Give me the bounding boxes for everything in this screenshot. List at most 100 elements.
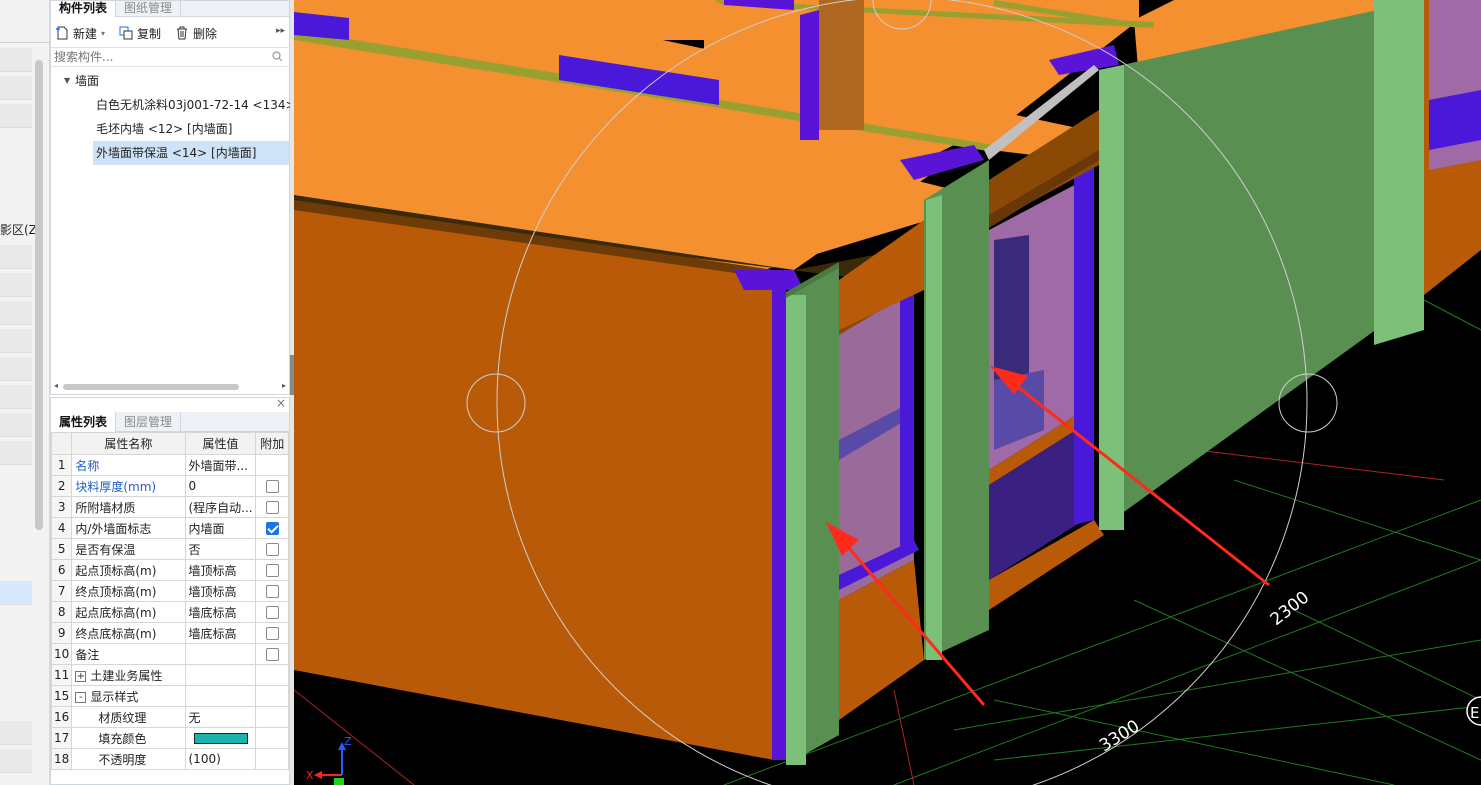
close-icon[interactable]: ×: [276, 396, 286, 410]
property-value[interactable]: [184, 727, 257, 749]
strip-item[interactable]: [0, 76, 32, 100]
delete-button[interactable]: 删除: [175, 25, 217, 42]
property-row[interactable]: 17 填充颜色: [50, 727, 289, 749]
strip-item[interactable]: [0, 273, 32, 297]
row-index: 9: [50, 622, 73, 644]
strip-item[interactable]: [0, 413, 32, 437]
strip-item[interactable]: [0, 385, 32, 409]
property-row[interactable]: 9 终点底标高(m) 墙底标高: [50, 622, 289, 644]
property-value-text: 墙顶标高: [188, 563, 237, 578]
property-row[interactable]: 8 起点底标高(m) 墙底标高: [50, 601, 289, 623]
property-value[interactable]: 墙顶标高: [184, 559, 257, 581]
additional-checkbox[interactable]: [265, 564, 279, 577]
property-value[interactable]: 内墙面: [184, 517, 257, 539]
additional-checkbox[interactable]: [265, 585, 279, 598]
corner-strip: [772, 285, 786, 760]
strip-item[interactable]: [0, 357, 32, 381]
tab-layer-management[interactable]: 图层管理: [116, 412, 182, 432]
property-value[interactable]: 0: [184, 475, 257, 497]
strip-item-selected[interactable]: [0, 581, 32, 605]
strip-item[interactable]: [0, 48, 32, 72]
scroll-right-icon[interactable]: ▸: [282, 381, 286, 390]
additional-checkbox[interactable]: [265, 627, 279, 640]
tree-item[interactable]: 白色无机涂料03j001-72-14 <134>: [93, 93, 296, 117]
strip-item[interactable]: [0, 301, 32, 325]
tree-item[interactable]: 毛坯内墙 <12> [内墙面]: [93, 117, 289, 141]
property-value[interactable]: 墙底标高: [184, 601, 257, 623]
property-row[interactable]: 16 材质纹理 无: [50, 706, 289, 728]
property-additional: [255, 580, 289, 602]
strip-item[interactable]: [0, 441, 32, 465]
property-row[interactable]: 1 名称 外墙面带...: [50, 454, 289, 476]
property-row[interactable]: 3 所附墙材质 (程序自动...: [50, 496, 289, 518]
tab-component-list[interactable]: 构件列表: [51, 1, 117, 17]
additional-checkbox[interactable]: [265, 606, 279, 619]
property-row[interactable]: 7 终点顶标高(m) 墙顶标高: [50, 580, 289, 602]
property-value[interactable]: 墙底标高: [184, 622, 257, 644]
property-value[interactable]: 否: [184, 538, 257, 560]
property-row[interactable]: 10 备注: [50, 643, 289, 665]
expand-icon[interactable]: +: [75, 670, 87, 682]
property-name-text: 不透明度: [98, 752, 147, 767]
chevron-down-icon[interactable]: ▾: [101, 29, 105, 38]
additional-checkbox[interactable]: [265, 480, 279, 493]
property-row[interactable]: 18 不透明度 (100): [50, 748, 289, 770]
strip-item[interactable]: [0, 749, 32, 773]
additional-checkbox[interactable]: [265, 522, 279, 535]
property-value[interactable]: 外墙面带...: [184, 454, 257, 476]
property-row[interactable]: 5 是否有保温 否: [50, 538, 289, 560]
property-row[interactable]: 4 内/外墙面标志 内墙面: [50, 517, 289, 539]
property-row[interactable]: 11 + 土建业务属性: [50, 664, 289, 686]
axis-triad: Z X: [306, 735, 352, 785]
property-value[interactable]: [184, 685, 257, 707]
tree-caret-icon[interactable]: ▼: [64, 69, 70, 93]
app-root: 影区(Z 构件列表 图纸管理 新建 ▾ 复制 删除 ▸▸ 搜索构件... ▼ 墙…: [0, 0, 1481, 785]
property-additional: [255, 496, 289, 518]
property-value[interactable]: (程序自动...: [184, 496, 257, 518]
property-row[interactable]: 2 块料厚度(mm) 0: [50, 475, 289, 497]
tree-item-selected[interactable]: 外墙面带保温 <14> [内墙面]: [93, 141, 289, 165]
property-name: 填充颜色: [71, 727, 186, 749]
property-value[interactable]: [184, 664, 257, 686]
front-wall: [294, 205, 774, 760]
strip-item[interactable]: [0, 329, 32, 353]
property-value[interactable]: 墙顶标高: [184, 580, 257, 602]
component-search: [51, 47, 289, 67]
additional-checkbox[interactable]: [265, 648, 279, 661]
3d-viewport[interactable]: 2300 3300 E Z X: [294, 0, 1481, 785]
scrollbar-thumb[interactable]: [63, 384, 239, 390]
row-index: 7: [50, 580, 73, 602]
property-row[interactable]: 15- 显示样式: [50, 685, 289, 707]
property-name: 终点底标高(m): [71, 622, 186, 644]
property-name: 终点顶标高(m): [71, 580, 186, 602]
tree-root-wall-surface[interactable]: ▼ 墙面: [51, 69, 289, 93]
strip-scrollbar[interactable]: [35, 60, 43, 530]
tree-root-label: 墙面: [75, 74, 100, 88]
horizontal-scrollbar[interactable]: ◂ ▸: [51, 381, 289, 392]
tab-property-list[interactable]: 属性列表: [51, 412, 117, 432]
search-input[interactable]: [51, 48, 289, 66]
dimension-label: 2300: [1267, 588, 1313, 630]
strip-item[interactable]: [0, 721, 32, 745]
fill-color-swatch[interactable]: [193, 733, 248, 744]
more-icon[interactable]: ▸▸: [276, 26, 285, 36]
property-value[interactable]: 无: [184, 706, 257, 728]
property-row[interactable]: 6 起点顶标高(m) 墙顶标高: [50, 559, 289, 581]
property-table: 属性名称 属性值 附加 1 名称 外墙面带... 2 块料厚度(mm) 0 3 所附墙材质 (程…: [50, 432, 289, 770]
copy-button[interactable]: 复制: [119, 25, 161, 42]
search-icon[interactable]: [272, 51, 283, 65]
new-button[interactable]: 新建 ▾: [55, 25, 105, 42]
collapse-icon[interactable]: -: [75, 691, 87, 703]
row-index: 10: [50, 643, 73, 665]
axis-z-label: Z: [344, 735, 352, 748]
strip-item[interactable]: [0, 245, 32, 269]
tab-drawing-management[interactable]: 图纸管理: [116, 1, 182, 17]
property-additional: [255, 643, 289, 665]
additional-checkbox[interactable]: [265, 501, 279, 514]
additional-checkbox[interactable]: [265, 543, 279, 556]
strip-item[interactable]: [0, 104, 32, 128]
property-value[interactable]: [184, 643, 257, 665]
property-value[interactable]: (100): [184, 748, 257, 770]
property-name: + 土建业务属性: [71, 664, 186, 686]
scroll-left-icon[interactable]: ◂: [54, 381, 58, 390]
